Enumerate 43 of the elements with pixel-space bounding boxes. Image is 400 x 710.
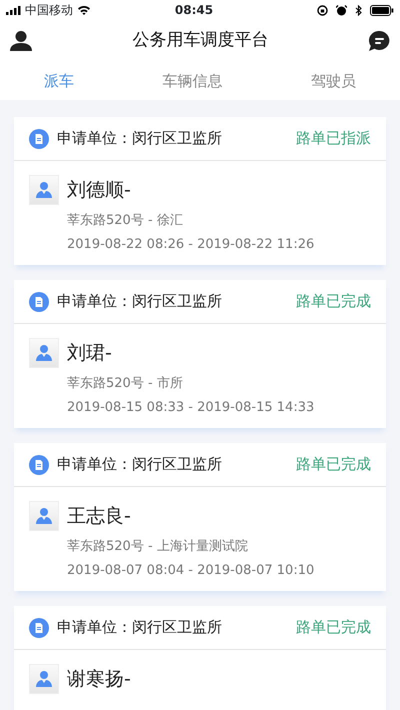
battery-icon: [370, 4, 394, 16]
clock-time: 08:45: [174, 2, 214, 19]
time-range: 2019-08-15 08:33 - 2019-08-15 14:33: [66, 399, 316, 417]
wifi-icon: [77, 5, 91, 15]
order-card[interactable]: 申请单位：闵行区卫监所 路单已指派 刘德顺- 莘东路520号 - 徐汇 2019-08-22 08:26 - 2019-08-22 11:26: [14, 117, 386, 265]
order-card[interactable]: 申请单位：闵行区卫监所 路单已完成 王志良- 莘东路520号 - 上海计量测试院 2019-08-07 08:04 - 2019-08-07 10:10: [14, 443, 386, 591]
page-title: 公务用车调度平台: [132, 29, 268, 52]
signal-icon: [6, 6, 21, 14]
route-text: 莘东路520号 - 市所: [66, 375, 184, 393]
applicant-unit: 申请单位：闵行区卫监所: [57, 128, 222, 150]
order-card[interactable]: 申请单位：闵行区卫监所 路单已完成 刘珺- 莘东路520号 - 市所 2019-08-15 08:33 - 2019-08-15 14:33: [14, 280, 386, 428]
applicant-unit: 申请单位：闵行区卫监所: [57, 617, 222, 638]
driver-name: 刘德顺-: [67, 178, 131, 203]
time-range: 2019-08-22 08:26 - 2019-08-22 11:26: [66, 236, 316, 254]
person-icon: [35, 507, 53, 525]
document-icon: [29, 128, 49, 148]
applicant-unit: 申请单位：闵行区卫监所: [57, 454, 222, 476]
document-icon: [29, 292, 49, 312]
person-icon: [35, 344, 53, 362]
order-status: 路单已完成: [296, 617, 371, 638]
document-icon: [29, 618, 49, 638]
order-status: 路单已指派: [296, 128, 371, 150]
route-text: 莘东路520号 - 上海计量测试院: [66, 538, 249, 556]
driver-name: 刘珺-: [67, 340, 112, 366]
order-status: 路单已完成: [296, 291, 371, 312]
tab[interactable]: 车辆信息: [156, 68, 228, 94]
person-icon: [35, 181, 53, 199]
route-text: 莘东路520号 - 徐汇: [66, 212, 184, 230]
lock-rotation-icon: [316, 4, 328, 16]
time-range: 2019-08-07 08:04 - 2019-08-07 10:10: [66, 562, 316, 580]
order-status: 路单已完成: [296, 454, 371, 476]
person-icon: [35, 670, 53, 688]
chat-icon[interactable]: [369, 31, 390, 51]
driver-name: 谢寒扬-: [67, 666, 131, 692]
driver-name: 王志良-: [67, 504, 131, 529]
tab[interactable]: 驾驶员: [304, 68, 362, 94]
alarm-icon: [336, 4, 347, 16]
order-card[interactable]: 申请单位：闵行区卫监所 路单已完成 谢寒扬-: [14, 606, 386, 710]
user-icon[interactable]: [10, 31, 32, 51]
document-icon: [29, 454, 49, 474]
applicant-unit: 申请单位：闵行区卫监所: [57, 291, 222, 312]
bluetooth-icon: [354, 4, 362, 16]
carrier-name: 中国移动: [25, 2, 73, 19]
